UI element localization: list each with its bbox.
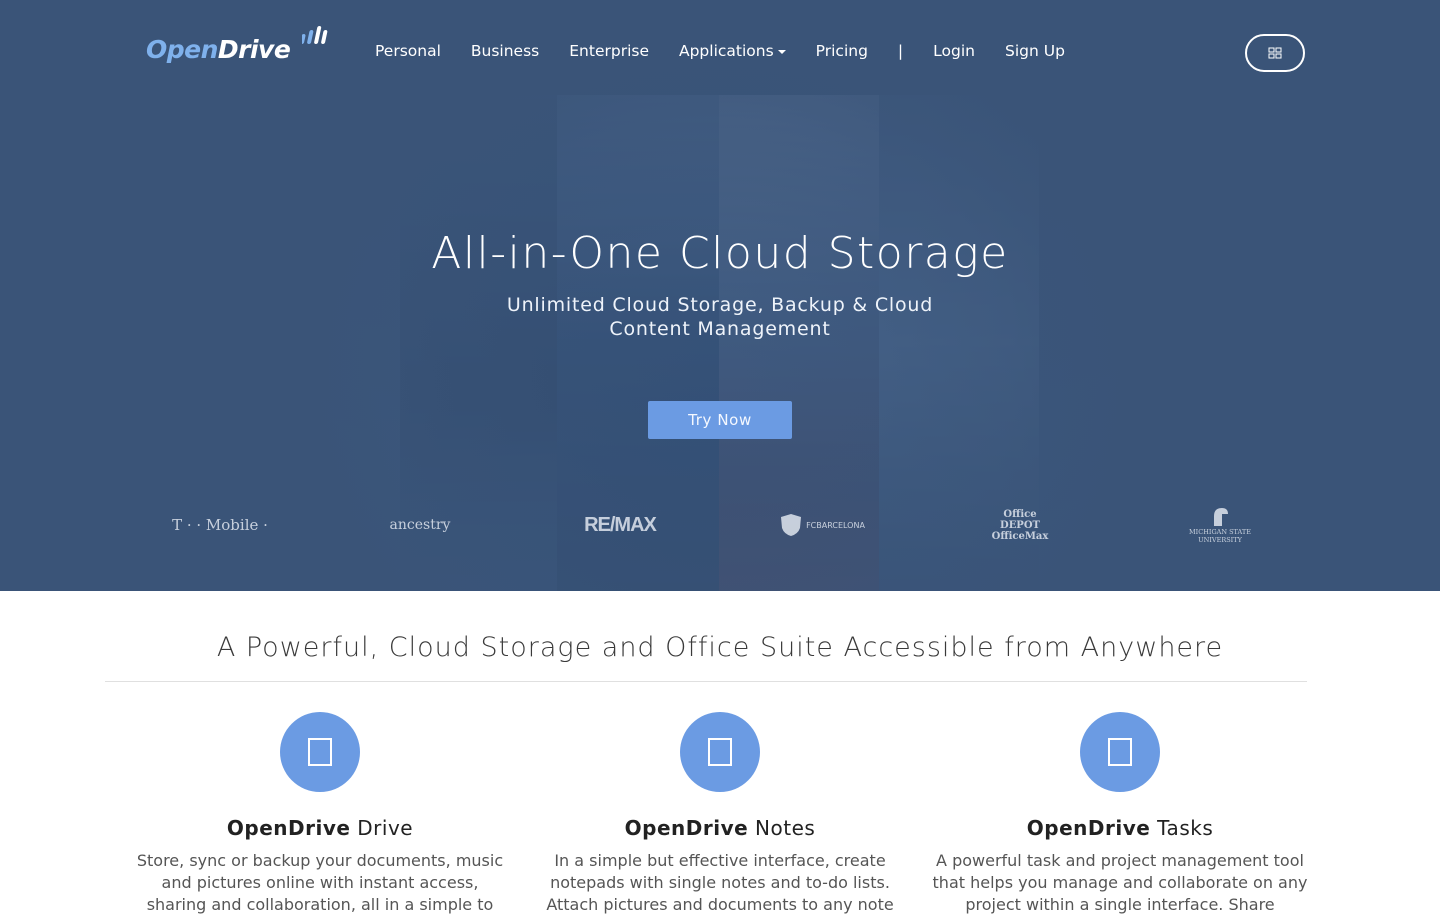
feature-tasks-circle[interactable] bbox=[1080, 712, 1160, 792]
logo-drive-text: Drive bbox=[217, 35, 291, 64]
feature-tasks-brand: OpenDrive bbox=[1026, 816, 1151, 840]
nav-links: Personal Business Enterprise Application… bbox=[375, 42, 1065, 60]
client-logos: T · · Mobile · ancestry RE/MAX FCBARCELO… bbox=[0, 500, 1440, 550]
features-heading: A Powerful, Cloud Storage and Office Sui… bbox=[216, 632, 1224, 663]
menu-toggle-button[interactable] bbox=[1245, 34, 1305, 72]
try-now-button[interactable]: Try Now bbox=[648, 401, 792, 439]
feature-tasks: OpenDrive Tasks A powerful task and proj… bbox=[930, 712, 1310, 916]
hero-subtitle: Unlimited Cloud Storage, Backup & Cloud … bbox=[506, 294, 934, 340]
feature-drive-title: OpenDrive Drive bbox=[130, 816, 510, 840]
feature-notes: OpenDrive Notes In a simple but effectiv… bbox=[530, 712, 910, 916]
feature-tasks-description: A powerful task and project management t… bbox=[932, 851, 1308, 914]
nav-login[interactable]: Login bbox=[933, 42, 975, 60]
nav-applications[interactable]: Applications bbox=[679, 42, 786, 60]
remax-logo: RE/MAX bbox=[584, 513, 657, 536]
shield-icon bbox=[781, 514, 802, 536]
feature-tasks-name: Tasks bbox=[1150, 816, 1214, 840]
feature-notes-name: Notes bbox=[748, 816, 816, 840]
feature-drive-brand: OpenDrive bbox=[226, 816, 351, 840]
spartan-helmet-icon bbox=[1214, 508, 1228, 526]
notes-icon bbox=[708, 738, 732, 766]
fcbarcelona-logo: FCBARCELONA bbox=[775, 500, 870, 550]
logo-open-text: Open bbox=[146, 35, 218, 64]
nav-business[interactable]: Business bbox=[471, 42, 539, 60]
opendrive-logo[interactable]: OpenDrive bbox=[146, 24, 331, 64]
feature-drive-circle[interactable] bbox=[280, 712, 360, 792]
nav-applications-label: Applications bbox=[678, 42, 774, 60]
grid-icon bbox=[1268, 47, 1282, 59]
hero-title: All-in-One Cloud Storage bbox=[431, 228, 1009, 279]
hero-section: OpenDrive Personal Business Enterprise A… bbox=[0, 0, 1440, 591]
officedepot-logo: Office DEPOT OfficeMax bbox=[991, 508, 1049, 542]
feature-notes-description: In a simple but effective interface, cre… bbox=[546, 851, 894, 914]
feature-drive-description: Store, sync or backup your documents, mu… bbox=[136, 851, 504, 914]
tmobile-logo: T · · Mobile · bbox=[172, 516, 268, 534]
nav-signup[interactable]: Sign Up bbox=[1005, 42, 1065, 60]
feature-drive-name: Drive bbox=[350, 816, 414, 840]
nav-pricing[interactable]: Pricing bbox=[816, 42, 868, 60]
feature-drive: OpenDrive Drive Store, sync or backup yo… bbox=[130, 712, 510, 916]
caret-down-icon bbox=[777, 49, 786, 54]
tasks-icon bbox=[1108, 738, 1132, 766]
feature-notes-circle[interactable] bbox=[680, 712, 760, 792]
section-divider bbox=[105, 681, 1307, 682]
feature-notes-brand: OpenDrive bbox=[624, 816, 749, 840]
logo-bars-icon bbox=[302, 26, 328, 44]
ancestry-logo: ancestry bbox=[389, 517, 451, 533]
feature-tasks-title: OpenDrive Tasks bbox=[930, 816, 1310, 840]
nav-separator: | bbox=[897, 42, 904, 60]
nav-personal[interactable]: Personal bbox=[375, 42, 441, 60]
cloud-icon bbox=[308, 738, 332, 766]
feature-notes-title: OpenDrive Notes bbox=[530, 816, 910, 840]
michiganstate-logo: MICHIGAN STATE UNIVERSITY bbox=[1170, 500, 1270, 550]
top-navigation: OpenDrive Personal Business Enterprise A… bbox=[0, 0, 1440, 100]
nav-enterprise[interactable]: Enterprise bbox=[569, 42, 649, 60]
